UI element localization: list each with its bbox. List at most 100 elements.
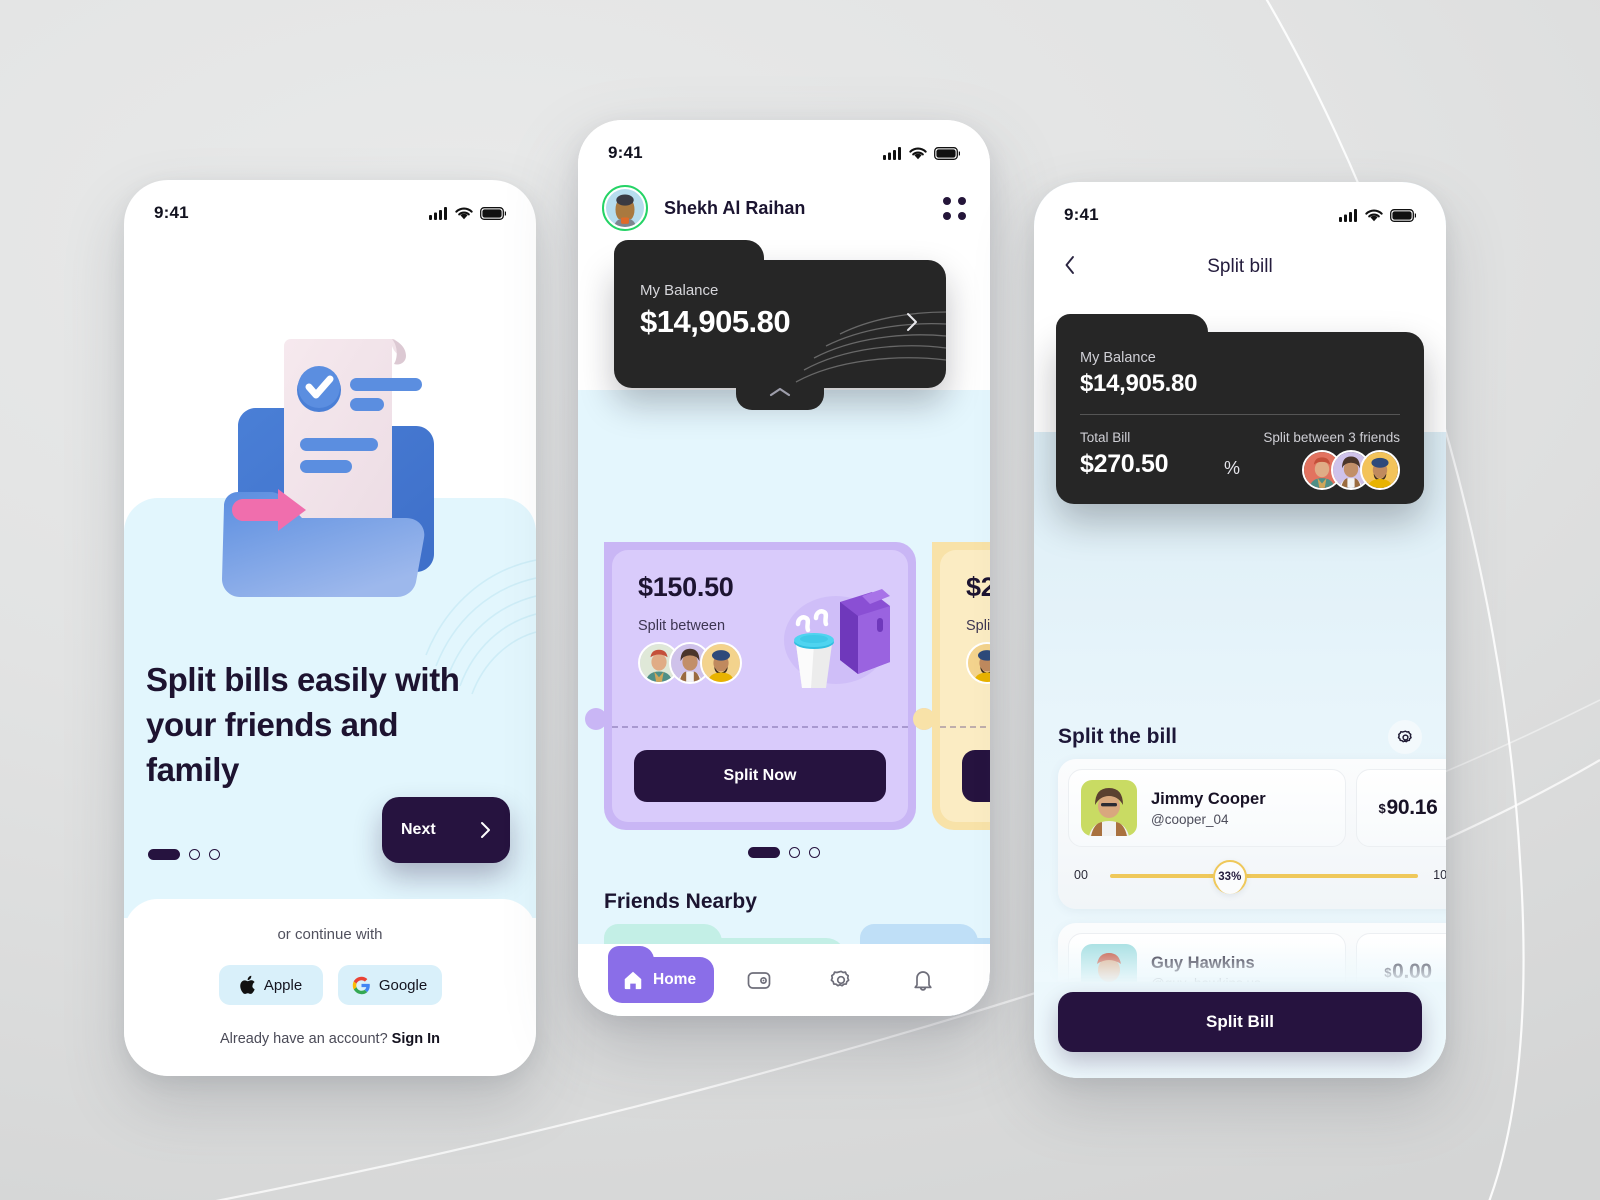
split-between-label: Split between xyxy=(966,618,990,634)
carousel-dots[interactable] xyxy=(748,847,820,858)
home-header: Shekh Al Raihan xyxy=(602,182,966,234)
split-now-button[interactable]: Split Now xyxy=(962,750,990,802)
participant-row[interactable]: Jimmy Cooper @cooper_04 $90.16 00 100 33… xyxy=(1058,759,1446,909)
balance-collapse-handle[interactable] xyxy=(736,384,824,410)
apple-login-button[interactable]: Apple xyxy=(218,965,323,1005)
status-time: 9:41 xyxy=(608,143,643,162)
balance-label: My Balance xyxy=(1080,350,1156,366)
home-icon xyxy=(624,971,642,990)
pending-bill-tab-label: Pending Bill xyxy=(932,542,990,550)
tab-home-label: Home xyxy=(653,971,697,988)
tab-home[interactable]: Home xyxy=(608,946,715,1003)
participant-row[interactable]: Guy Hawkins @guy_hawkins.us $0.00 00 100… xyxy=(1058,923,1446,982)
avatar xyxy=(700,642,742,684)
participants-scroll-area[interactable]: Jimmy Cooper @cooper_04 $90.16 00 100 33… xyxy=(1034,742,1446,982)
balance-amount: $14,905.80 xyxy=(1080,370,1198,397)
participant-top: Jimmy Cooper @cooper_04 $90.16 xyxy=(1068,769,1446,847)
participant-handle: @guy_hawkins.us xyxy=(1151,976,1261,983)
next-button[interactable]: Next xyxy=(382,797,510,863)
tab-notifications[interactable] xyxy=(886,967,960,993)
divider xyxy=(1080,414,1400,415)
page-dot-3[interactable] xyxy=(209,849,220,860)
pending-bill-body: $270.50 Split between Split Now xyxy=(940,550,990,822)
participant-info: Guy Hawkins @guy_hawkins.us xyxy=(1068,933,1346,982)
percent-toggle[interactable]: % xyxy=(1224,458,1240,479)
page-title: Split bill xyxy=(1207,256,1273,277)
carousel-dot-3[interactable] xyxy=(809,847,820,858)
amount-value: 90.16 xyxy=(1386,796,1438,819)
pending-bill-tab-label: Pending Bill xyxy=(604,542,782,550)
phone-screen-home: 9:41 Shekh Al Raihan My Balance $14,905.… xyxy=(578,120,990,1016)
currency-symbol: $ xyxy=(1384,964,1392,980)
notch-left xyxy=(585,708,607,730)
wifi-icon xyxy=(909,147,927,159)
balance-chevron-right-icon[interactable] xyxy=(906,312,918,337)
google-login-button[interactable]: Google xyxy=(337,965,442,1005)
signin-link[interactable]: Sign In xyxy=(392,1031,440,1047)
balance-label: My Balance xyxy=(640,282,719,299)
page-dot-2[interactable] xyxy=(189,849,200,860)
apple-icon xyxy=(240,975,255,994)
tab-settings[interactable] xyxy=(804,967,878,993)
slider-track[interactable] xyxy=(1110,874,1418,878)
pending-bill-body: $150.50 Split between Split Now xyxy=(612,550,908,822)
balance-card[interactable]: My Balance $14,905.80 xyxy=(614,240,946,410)
bell-icon xyxy=(914,971,932,991)
split-now-button[interactable]: Split Now xyxy=(634,750,886,802)
split-between-label: Split between xyxy=(638,618,726,634)
tab-wallet[interactable] xyxy=(722,967,796,993)
amount-value: 0.00 xyxy=(1392,960,1432,982)
signal-icon xyxy=(1339,208,1357,222)
perforation-divider xyxy=(612,726,908,728)
split-bill-button[interactable]: Split Bill xyxy=(1058,992,1422,1052)
chevron-right-icon xyxy=(481,822,490,838)
user-avatar[interactable] xyxy=(602,185,648,231)
phone-screen-split-bill: 9:41 Split bill My Balance $14,905.80 To… xyxy=(1034,182,1446,1078)
participant-name: Guy Hawkins xyxy=(1151,953,1255,972)
next-button-label: Next xyxy=(401,821,436,838)
status-bar: 9:41 xyxy=(578,120,990,172)
slider-min-label: 00 xyxy=(1074,868,1088,882)
pending-bill-amount: $150.50 xyxy=(638,572,734,602)
total-bill-label: Total Bill xyxy=(1080,430,1131,445)
participant-text: Jimmy Cooper @cooper_04 xyxy=(1151,790,1266,827)
carousel-dot-2[interactable] xyxy=(789,847,800,858)
status-time: 9:41 xyxy=(154,203,189,222)
wave-decoration xyxy=(795,311,946,383)
signal-icon xyxy=(429,206,447,220)
pending-bill-card[interactable]: Pending Bill $150.50 Split between xyxy=(585,542,935,830)
status-time: 9:41 xyxy=(1064,205,1099,224)
participant-amount[interactable]: $0.00 xyxy=(1356,933,1446,982)
gear-icon xyxy=(830,970,850,987)
participant-amount[interactable]: $90.16 xyxy=(1356,769,1446,847)
wifi-icon xyxy=(1365,209,1383,221)
participant-text: Guy Hawkins @guy_hawkins.us xyxy=(1151,954,1261,983)
wallet-icon xyxy=(747,972,771,989)
page-dot-1[interactable] xyxy=(148,849,180,860)
folder-receipt-illustration xyxy=(222,339,434,597)
pending-bills-carousel[interactable]: Pending Bill $150.50 Split between xyxy=(578,542,990,837)
avatar xyxy=(1081,944,1137,982)
balance-amount: $14,905.80 xyxy=(640,304,791,339)
avatar-art xyxy=(606,189,644,227)
grid-dots-icon[interactable] xyxy=(943,196,966,220)
status-icons xyxy=(429,206,506,220)
pending-bill-amount: $270.50 xyxy=(966,572,990,602)
signal-icon xyxy=(883,146,901,160)
status-bar: 9:41 xyxy=(1034,182,1446,234)
pending-bill-card[interactable]: Pending Bill $270.50 Split between Split… xyxy=(913,542,990,830)
mockup-stage: 9:41 Split bills easily with your friend… xyxy=(0,0,1600,1200)
participant-name: Jimmy Cooper xyxy=(1151,789,1266,808)
signin-row: Already have an account? Sign In xyxy=(220,1031,440,1047)
participant-handle: @cooper_04 xyxy=(1151,811,1229,827)
share-slider[interactable]: 00 100 33% xyxy=(1074,855,1446,899)
page-title: Split bills easily with your friends and… xyxy=(146,661,460,788)
friend-card-tab xyxy=(860,924,978,946)
split-avatars xyxy=(1302,450,1400,490)
wifi-icon xyxy=(455,207,473,219)
slider-knob[interactable]: 33% xyxy=(1212,860,1247,894)
status-icons xyxy=(1339,208,1416,222)
battery-icon xyxy=(934,146,960,160)
onboarding-page-dots[interactable] xyxy=(148,849,220,860)
carousel-dot-1[interactable] xyxy=(748,847,780,858)
